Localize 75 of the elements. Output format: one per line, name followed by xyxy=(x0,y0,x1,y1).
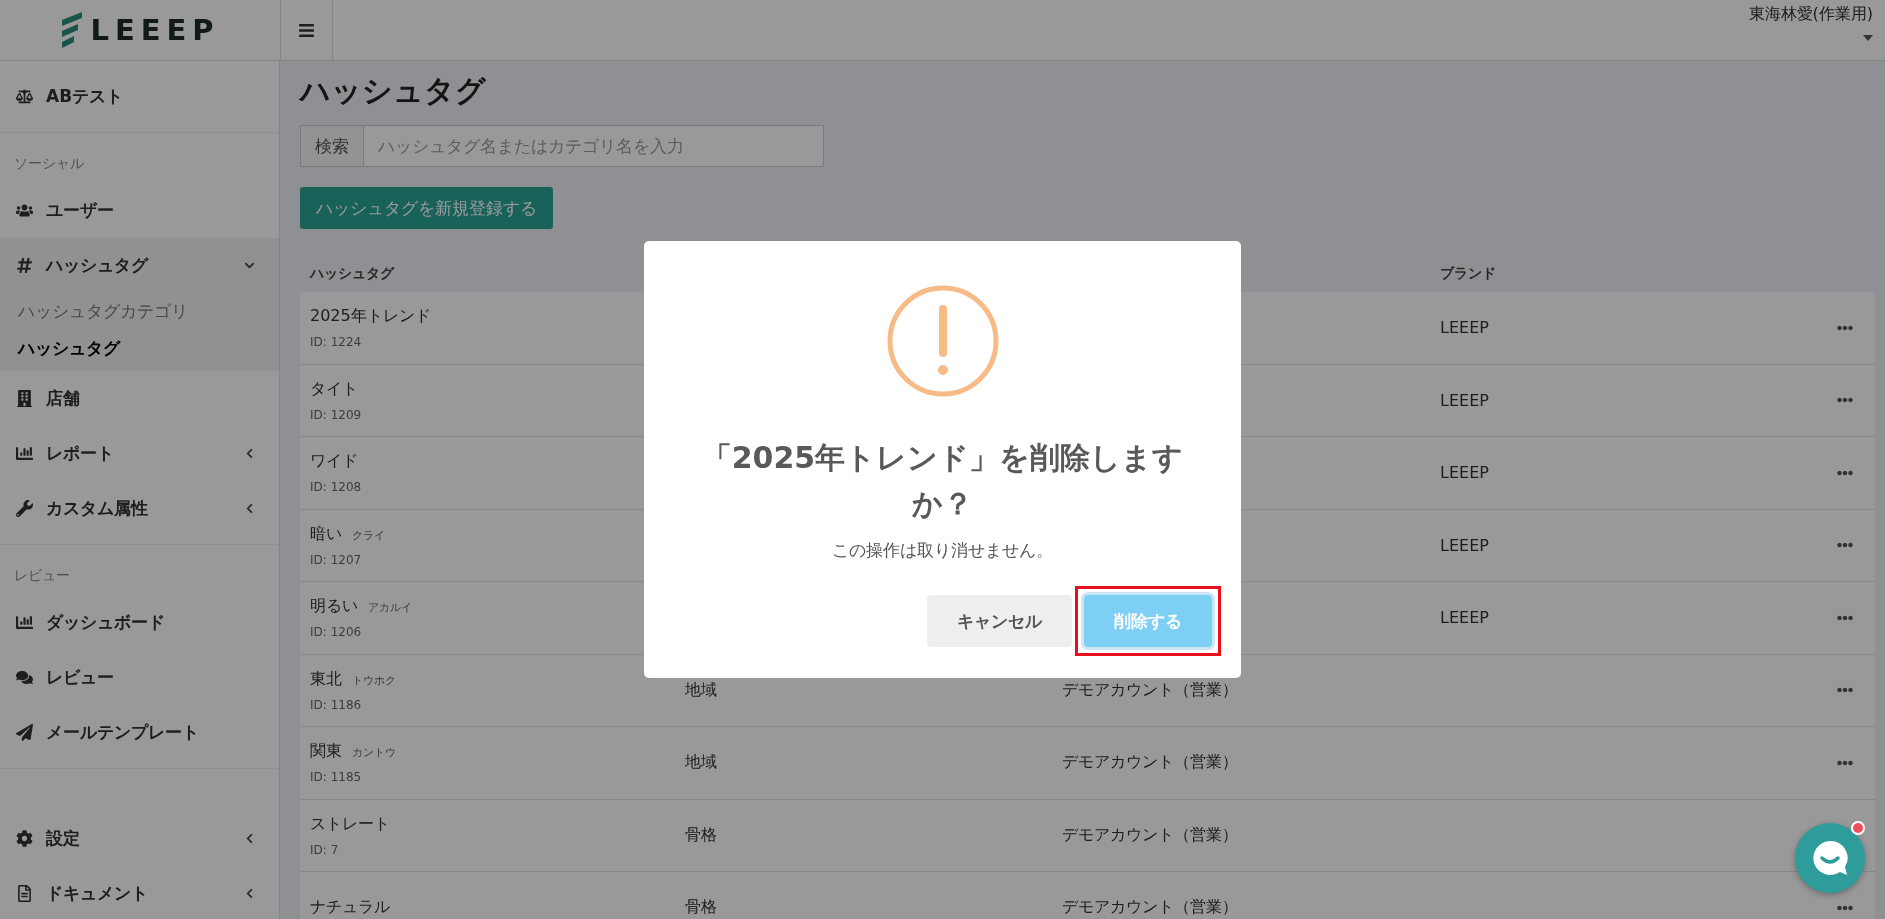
column-header: ハッシュタグ xyxy=(310,265,396,283)
hashtag-reading: クライ xyxy=(352,527,385,543)
brand-cell-text: LEEEP xyxy=(1440,463,1490,483)
menu-icon xyxy=(298,21,315,39)
settings-icon xyxy=(14,830,34,847)
hashtag-name: タイト xyxy=(310,378,358,400)
hashtag-name: ストレート xyxy=(310,813,390,835)
logo-text: LEEEP xyxy=(90,13,220,47)
scale-icon xyxy=(14,88,34,105)
hashtag-name: ワイド xyxy=(310,451,358,473)
sidebar-item[interactable]: ABテスト xyxy=(0,69,279,124)
hashtag-id: ID: 7 xyxy=(310,842,340,857)
account-cell-text: デモアカウント（営業） xyxy=(1062,897,1239,919)
paper-plane-icon xyxy=(14,724,34,741)
sidebar-subitem[interactable]: ハッシュタグ xyxy=(0,330,279,367)
sidebar-item[interactable]: レビュー xyxy=(0,650,279,705)
dialog-message: この操作は取り消せません。 xyxy=(832,539,1053,562)
category-cell-text: 地域 xyxy=(685,752,718,774)
hashtag-name: 明るい xyxy=(310,596,358,618)
section-title: レビュー xyxy=(13,566,71,585)
warning-icon xyxy=(886,285,999,397)
sidebar-subitem[interactable]: ハッシュタグカテゴリ xyxy=(0,293,279,330)
hashtag-id: ID: 1185 xyxy=(310,770,363,785)
hashtag-id: ID: 1206 xyxy=(310,625,363,640)
page-title: ハッシュタグ xyxy=(300,72,487,110)
category-cell-text: 骨格 xyxy=(685,824,718,846)
hashtag-id: ID: 1209 xyxy=(310,407,363,422)
hashtag-reading: トウホク xyxy=(352,672,396,688)
brand-cell-text: LEEEP xyxy=(1440,608,1490,628)
brand-cell-text: LEEEP xyxy=(1440,318,1490,338)
column-header: ブランド xyxy=(1440,265,1497,283)
hashtag-id: ID: 1207 xyxy=(310,552,363,567)
brand-cell-text: LEEEP xyxy=(1440,535,1490,555)
user-name[interactable]: 東海林愛(作業用) xyxy=(1748,4,1873,25)
category-cell-text: 骨格 xyxy=(685,897,718,919)
comments-icon xyxy=(14,669,34,686)
hashtag-reading: カントウ xyxy=(352,745,396,761)
account-cell-text: デモアカウント（営業） xyxy=(1062,752,1239,774)
sidebar-item[interactable]: カスタム属性 xyxy=(0,481,279,536)
hashtag-name: 関東 xyxy=(310,741,342,763)
caret-icon[interactable] xyxy=(1863,35,1873,41)
menu-button[interactable] xyxy=(280,0,333,60)
hashtag-id: ID: 1208 xyxy=(310,480,363,495)
sidebar-item[interactable]: ユーザー xyxy=(0,183,279,238)
category-cell-text: 地域 xyxy=(685,679,718,701)
sidebar-item[interactable]: ハッシュタグ xyxy=(0,238,279,293)
dialog-title: 「2025年トレンド」を削除しますか？ xyxy=(700,439,1185,523)
hashtag-id: ID: 1186 xyxy=(310,697,363,712)
hashtag-name: 東北 xyxy=(310,668,342,690)
account-cell-text: デモアカウント（営業） xyxy=(1062,824,1239,846)
search-field[interactable]: ハッシュタグ名またはカテゴリ名を入力 xyxy=(364,125,824,167)
sidebar-item[interactable]: レポート xyxy=(0,426,279,481)
sidebar-item[interactable]: 店舗 xyxy=(0,371,279,426)
hashtag-name: ナチュラル xyxy=(310,897,390,919)
hashtag-name: 暗い xyxy=(310,523,342,545)
hashtag-reading: アカルイ xyxy=(368,600,412,616)
wrench-icon xyxy=(14,500,34,517)
sidebar-item[interactable]: メールテンプレート xyxy=(0,705,279,760)
cancel-button[interactable]: キャンセル xyxy=(927,595,1072,647)
hashtag-id: ID: 1224 xyxy=(310,335,363,350)
sidebar-item[interactable]: ダッシュボード xyxy=(0,595,279,650)
account-cell-text: デモアカウント（営業） xyxy=(1062,679,1239,701)
users-icon xyxy=(14,202,34,219)
hashtag-name: 2025年トレンド xyxy=(310,306,431,328)
hash-icon xyxy=(14,257,34,274)
sidebar-item[interactable]: ドキュメント xyxy=(0,866,279,919)
sidebar-item[interactable]: 設定 xyxy=(0,811,279,866)
brand-cell-text: LEEEP xyxy=(1440,390,1490,410)
search-label: 検索 xyxy=(300,125,364,167)
bar-chart-icon xyxy=(14,445,34,462)
chat-bubble-icon xyxy=(1810,838,1850,878)
bar-chart-icon xyxy=(14,614,34,631)
building-icon xyxy=(14,390,34,407)
section-title: ソーシャル xyxy=(13,154,85,173)
logo-icon xyxy=(60,12,83,48)
